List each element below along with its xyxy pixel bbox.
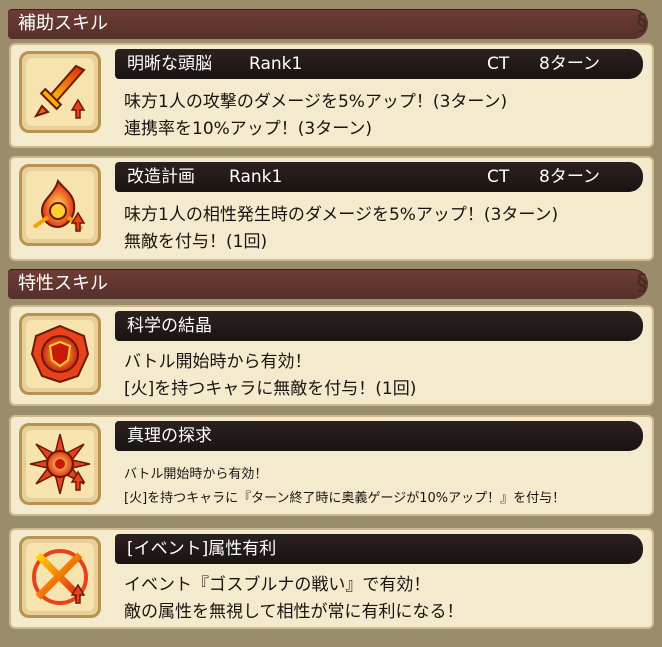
skill-description-line-1: 味方1人の相性発生時のダメージを5%アップ！(3ターン) [124,205,559,225]
flame-shield-icon [32,178,86,232]
trait-skill-card-3[interactable]: [イベント]属性有利 イベント『ゴスブルナの戦い』で有効！ 敵の属性を無視して相… [9,528,654,629]
skill-rank: Rank1 [249,54,303,74]
skill-name: 改造計画 [127,167,195,187]
fire-star-icon [29,433,91,495]
fire-shield-icon [30,324,90,384]
skill-name: 科学の結晶 [127,316,212,336]
skill-name: 真理の探求 [127,426,212,446]
skill-ct-value: 8ターン [539,167,600,187]
section-title: 補助スキル [18,13,108,34]
skill-ct-value: 8ターン [539,54,600,74]
skill-description-line-1: バトル開始時から有効！ [124,352,312,372]
skill-icon-frame [19,164,101,246]
section-header-support: 補助スキル § [8,9,648,39]
sword-up-icon [33,64,86,119]
skill-description-line-2: 敵の属性を無視して相性が常に有利になる！ [124,602,464,622]
skill-title-bar: 真理の探求 [115,421,643,451]
fire-cross-icon [32,549,88,605]
skill-description-line-1: バトル開始時から有効！ [124,467,268,482]
scroll-ornament-icon: § [636,271,648,296]
skill-icon-frame [19,536,101,618]
skill-title-bar: 明晰な頭脳 Rank1 CT 8ターン [115,49,643,79]
skill-description-line-2: 無敵を付与！(1回) [124,232,268,252]
skill-icon-frame [19,313,101,395]
skill-icon-frame [19,51,101,133]
skill-description-line-1: 味方1人の攻撃のダメージを5%アップ！(3ターン) [124,92,508,112]
skill-title-bar: 改造計画 Rank1 CT 8ターン [115,162,643,192]
trait-skill-card-2[interactable]: 真理の探求 バトル開始時から有効！ [火]を持つキャラに『ターン終了時に奥義ゲー… [9,415,654,516]
skill-rank: Rank1 [229,167,283,187]
support-skill-card-2[interactable]: 改造計画 Rank1 CT 8ターン 味方1人の相性発生時のダメージを5%アップ… [9,156,654,261]
skill-title-bar: [イベント]属性有利 [115,534,643,564]
section-header-trait: 特性スキル § [8,269,648,299]
skill-icon-frame [19,423,101,505]
skill-description-line-2: [火]を持つキャラに『ターン終了時に奥義ゲージが10%アップ！』を付与！ [124,491,566,506]
skill-description-line-2: 連携率を10%アップ！(3ターン) [124,119,373,139]
skill-description-line-2: [火]を持つキャラに無敵を付与！(1回) [124,379,417,399]
skill-name: 明晰な頭脳 [127,54,212,74]
trait-skill-card-1[interactable]: 科学の結晶 バトル開始時から有効！ [火]を持つキャラに無敵を付与！(1回) [9,305,654,406]
skill-ct-label: CT [487,54,510,74]
skill-name: [イベント]属性有利 [127,539,277,559]
skill-title-bar: 科学の結晶 [115,311,643,341]
skill-ct-label: CT [487,167,510,187]
skill-description-line-1: イベント『ゴスブルナの戦い』で有効！ [124,575,431,595]
scroll-ornament-icon: § [636,11,648,36]
section-title: 特性スキル [18,273,108,294]
support-skill-card-1[interactable]: 明晰な頭脳 Rank1 CT 8ターン 味方1人の攻撃のダメージを5%アップ！(… [9,43,654,148]
